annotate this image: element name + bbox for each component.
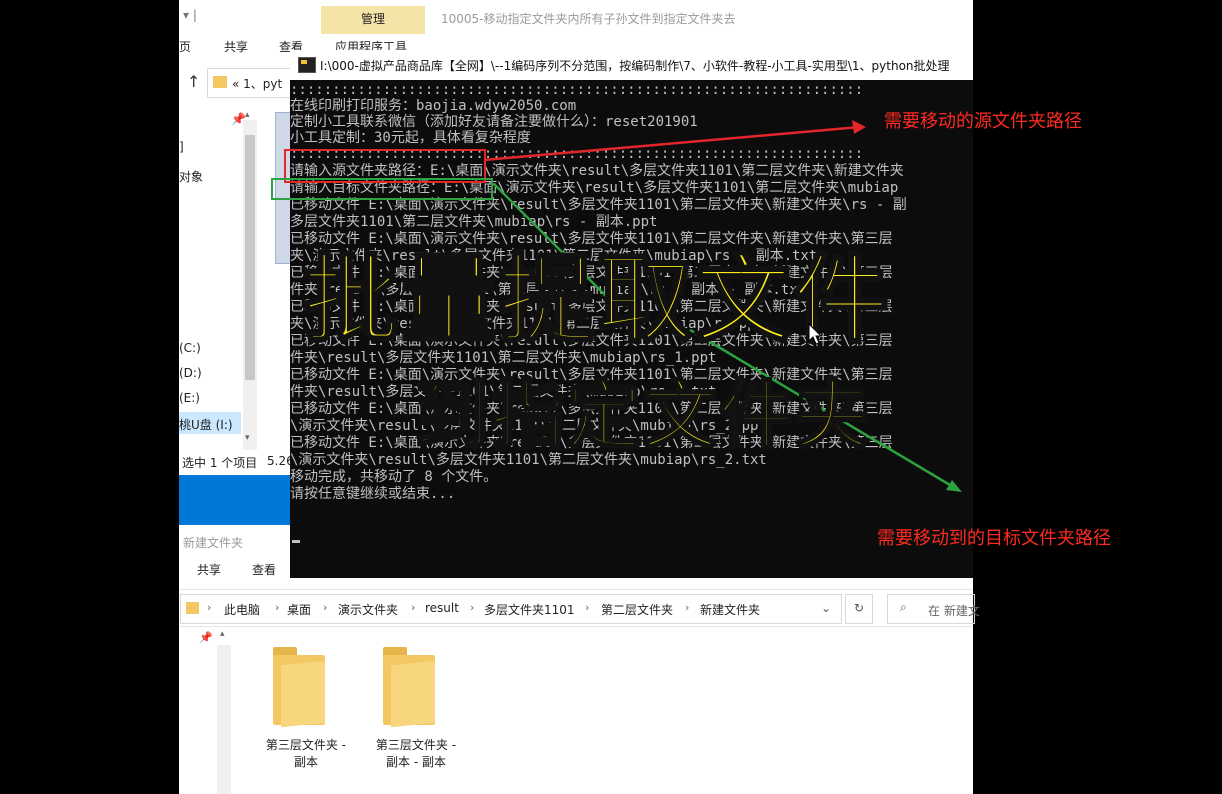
source-path-annotation: 需要移动的源文件夹路径 <box>884 111 1082 132</box>
mouse-pointer-icon <box>808 323 822 345</box>
overlay-title-line2: 到指定文件夹 <box>414 372 871 461</box>
overlay-title-line1: 批量提取文件 <box>302 243 891 358</box>
target-path-annotation: 需要移动到的目标文件夹路径 <box>877 528 1111 549</box>
